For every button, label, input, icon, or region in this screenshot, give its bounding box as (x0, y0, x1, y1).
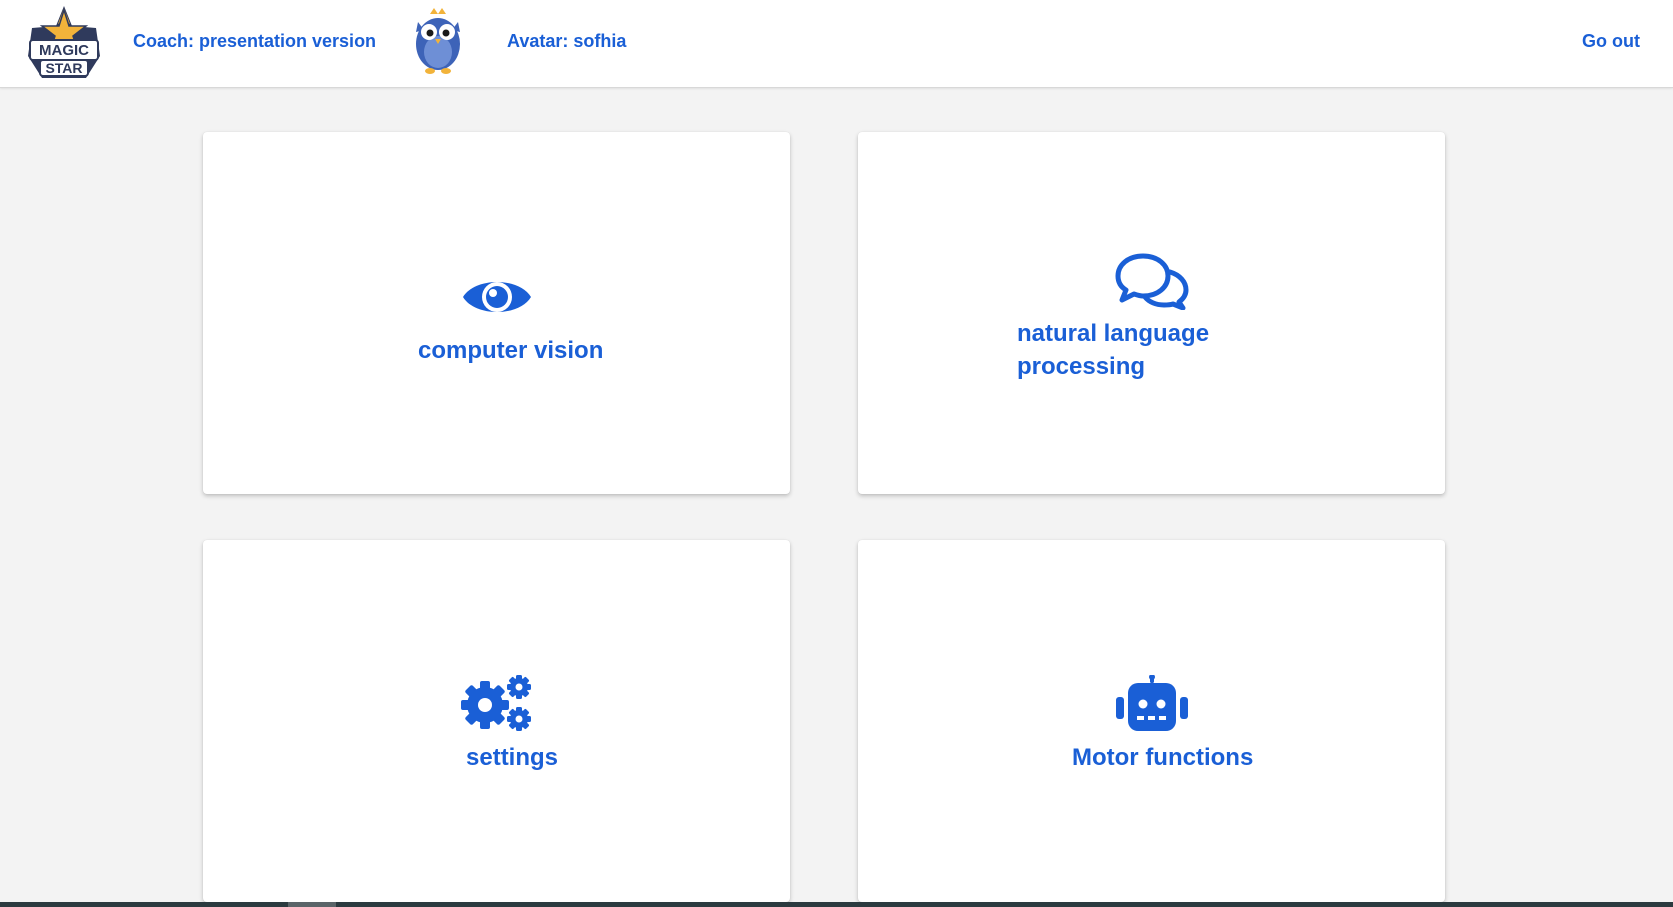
natural-language-processing-card[interactable]: natural language processing (858, 132, 1445, 494)
svg-text:MAGIC: MAGIC (39, 42, 89, 59)
go-out-link[interactable]: Go out (1582, 31, 1640, 52)
magic-star-logo[interactable]: MAGIC STAR (26, 4, 102, 80)
motor-functions-card[interactable]: Motor functions (858, 540, 1445, 902)
computer-vision-card[interactable]: computer vision (203, 132, 790, 494)
robot-icon (1116, 675, 1188, 731)
gears-icon (461, 675, 531, 731)
avatar-label: Avatar: sofhia (507, 31, 627, 51)
eye-icon (463, 282, 531, 312)
bottom-scrollbar[interactable] (0, 902, 1673, 907)
card-label-line2: processing (1017, 353, 1146, 380)
coach-label: Coach: presentation version (133, 31, 377, 51)
card-label: computer vision (418, 337, 604, 364)
card-label-line1: natural language (1017, 320, 1210, 347)
card-label: settings (466, 744, 559, 771)
top-bar: MAGIC STAR Coach: presentation version A… (0, 0, 1673, 88)
owl-avatar-icon (416, 8, 460, 74)
settings-card[interactable]: settings (203, 540, 790, 902)
chat-bubbles-icon (1115, 253, 1189, 310)
card-label: Motor functions (1072, 744, 1254, 771)
scrollbar-thumb[interactable] (288, 902, 336, 907)
svg-text:STAR: STAR (45, 60, 82, 76)
